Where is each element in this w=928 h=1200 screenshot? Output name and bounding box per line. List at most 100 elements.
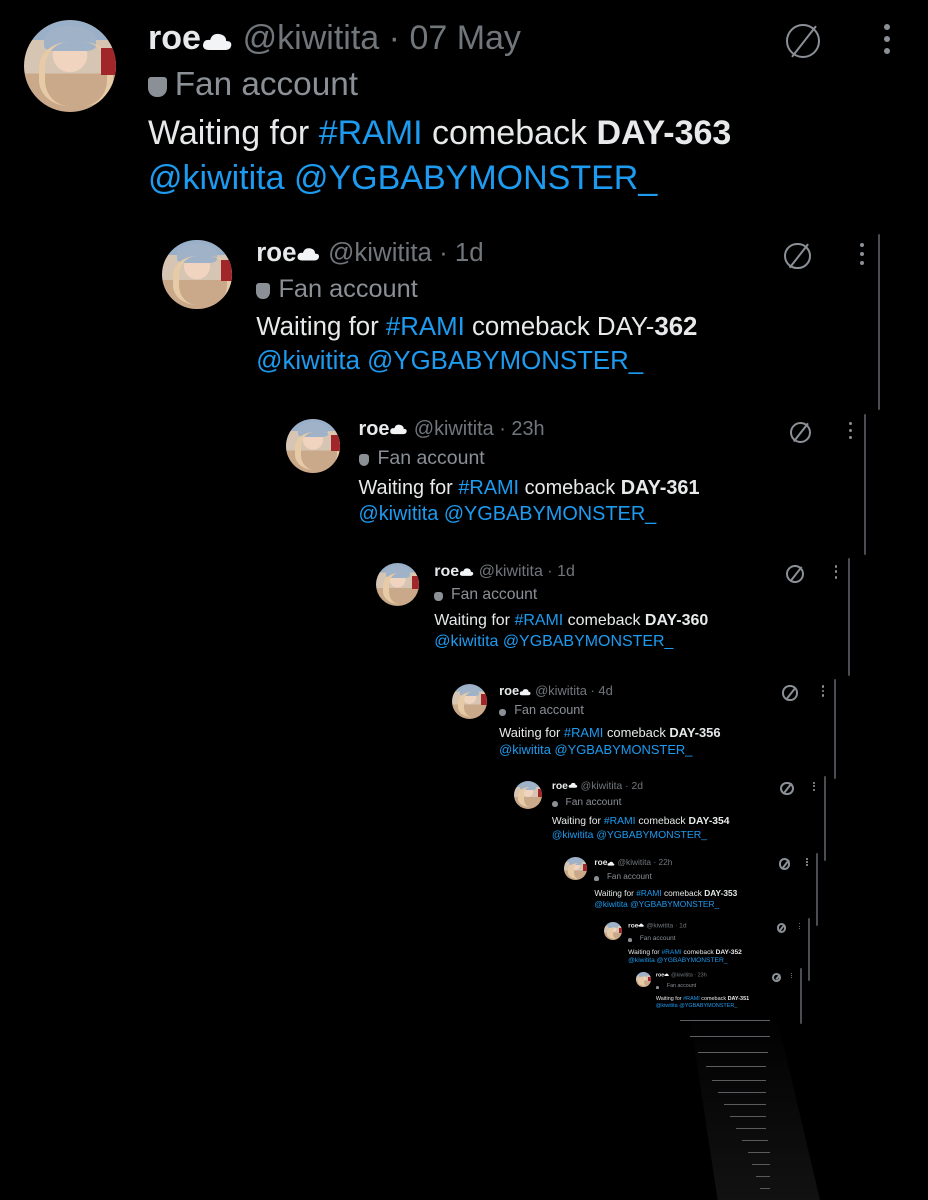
avatar[interactable]	[162, 239, 232, 310]
avatar[interactable]	[636, 972, 651, 988]
mention-link[interactable]: @YGBABYMONSTER_	[657, 957, 728, 964]
more-options-icon[interactable]	[791, 972, 793, 978]
display-name[interactable]: roe	[148, 19, 201, 57]
display-name[interactable]: roe	[256, 239, 296, 267]
hashtag-link[interactable]: #RAMI	[319, 114, 423, 152]
mention-link[interactable]: @kiwitita	[256, 347, 360, 375]
mention-link[interactable]: @kiwitita	[434, 633, 498, 650]
tweet-card[interactable]: roe @kiwitita · 1d Fan account Waiting for…	[376, 558, 850, 676]
grok-icon[interactable]	[782, 685, 798, 701]
avatar[interactable]	[514, 780, 543, 809]
hashtag-link[interactable]: #RAMI	[386, 313, 465, 341]
cloud-icon	[607, 858, 615, 868]
timestamp[interactable]: 22h	[658, 857, 672, 867]
timestamp[interactable]: 23h	[511, 418, 544, 440]
user-handle[interactable]: @kiwitita	[581, 781, 623, 792]
hashtag-link[interactable]: #RAMI	[604, 816, 636, 827]
tweet-card[interactable]: roe @kiwitita · 2d Fan account Waiting for…	[514, 776, 826, 861]
more-options-icon[interactable]	[834, 564, 839, 579]
mention-link[interactable]: @kiwitita	[552, 830, 594, 841]
mention-link[interactable]: @YGBABYMONSTER_	[630, 899, 719, 909]
mention-link[interactable]: @YGBABYMONSTER_	[679, 1003, 737, 1009]
user-handle[interactable]: @kiwitita	[414, 418, 494, 440]
day-counter: DAY-353	[704, 887, 738, 898]
user-handle[interactable]: @kiwitita	[243, 19, 380, 57]
user-handle[interactable]: @kiwitita	[328, 239, 432, 267]
mention-link[interactable]: @YGBABYMONSTER_	[596, 830, 707, 841]
mention-link[interactable]: @YGBABYMONSTER_	[555, 742, 693, 757]
avatar[interactable]	[24, 20, 116, 112]
more-options-icon[interactable]	[798, 923, 801, 929]
mention-link[interactable]: @YGBABYMONSTER_	[503, 633, 674, 650]
grok-icon[interactable]	[789, 421, 812, 444]
more-options-icon[interactable]	[806, 858, 808, 866]
display-name[interactable]: roe	[359, 418, 390, 440]
hashtag-link[interactable]: #RAMI	[514, 612, 563, 629]
mention-link[interactable]: @kiwitita	[628, 957, 655, 964]
grok-icon[interactable]	[776, 923, 787, 933]
more-options-icon[interactable]	[821, 685, 825, 697]
display-name[interactable]: roe	[499, 683, 519, 698]
tweet-card[interactable]: roe @kiwitita · 07 May Fan account Waiting…	[24, 18, 900, 218]
day-counter: DAY-351	[727, 995, 750, 1002]
grok-icon[interactable]	[780, 781, 794, 795]
timestamp[interactable]: 23h	[698, 973, 707, 979]
user-handle[interactable]: @kiwitita	[671, 973, 693, 979]
hashtag-link[interactable]: #RAMI	[636, 888, 661, 898]
tweet-card[interactable]: roe @kiwitita · 1d Fan account Waiting for…	[604, 918, 810, 981]
avatar[interactable]	[604, 922, 622, 941]
timestamp[interactable]: 2d	[632, 781, 644, 792]
user-handle[interactable]: @kiwitita	[479, 563, 543, 580]
mention-link[interactable]: @kiwitita	[148, 159, 285, 197]
fan-account-label: Fan account	[594, 872, 737, 882]
avatar[interactable]	[376, 562, 420, 607]
more-options-icon[interactable]	[847, 421, 853, 440]
tweet-card[interactable]: roe @kiwitita · 23h Fan account Waiting fo…	[286, 414, 866, 555]
grok-icon[interactable]	[772, 972, 782, 982]
hashtag-link[interactable]: #RAMI	[661, 949, 681, 956]
mention-link[interactable]: @YGBABYMONSTER_	[367, 347, 643, 375]
timestamp[interactable]: 07 May	[409, 19, 521, 57]
tweet-card[interactable]: roe @kiwitita · 23h Fan account Waiting fo…	[636, 968, 802, 1024]
display-name[interactable]: roe	[552, 781, 568, 792]
timestamp[interactable]: 1d	[455, 239, 484, 267]
tweet-card[interactable]: roe @kiwitita · 4d Fan account Waiting for…	[452, 679, 836, 779]
timestamp[interactable]: 4d	[598, 683, 612, 698]
mention-link[interactable]: @kiwitita	[499, 742, 551, 757]
display-name[interactable]: roe	[434, 563, 459, 580]
mention-link[interactable]: @YGBABYMONSTER_	[444, 503, 656, 525]
more-options-icon[interactable]	[882, 24, 892, 54]
hashtag-link[interactable]: #RAMI	[564, 725, 603, 740]
mention-link[interactable]: @kiwitita	[594, 899, 627, 909]
mention-link[interactable]: @kiwitita	[656, 1003, 678, 1009]
hashtag-link[interactable]: #RAMI	[458, 477, 519, 499]
mention-link[interactable]: @kiwitita	[359, 503, 439, 525]
fan-account-text: Fan account	[377, 447, 485, 470]
avatar[interactable]	[452, 683, 487, 719]
user-handle[interactable]: @kiwitita	[618, 857, 651, 867]
display-name[interactable]: roe	[594, 857, 607, 867]
day-counter: DAY-356	[669, 725, 721, 741]
tweet-text: Waiting for #RAMI comeback DAY-354	[552, 816, 730, 829]
user-handle[interactable]: @kiwitita	[647, 923, 674, 930]
mention-link[interactable]: @YGBABYMONSTER_	[294, 159, 657, 197]
grok-icon[interactable]	[784, 242, 812, 270]
user-handle[interactable]: @kiwitita	[535, 683, 587, 698]
grok-icon[interactable]	[786, 24, 820, 58]
cloud-icon	[459, 562, 474, 581]
timestamp[interactable]: 1d	[679, 923, 686, 930]
display-name[interactable]: roe	[656, 973, 664, 979]
tweet-card[interactable]: roe @kiwitita · 1d Fan account Waiting for…	[162, 234, 880, 410]
tweet-card[interactable]: roe @kiwitita · 22h Fan account Waiting fo…	[564, 853, 818, 926]
timestamp[interactable]: 1d	[557, 563, 575, 580]
grok-icon[interactable]	[786, 564, 805, 583]
display-name[interactable]: roe	[628, 923, 638, 930]
grok-icon[interactable]	[779, 858, 791, 870]
cloud-icon	[638, 922, 645, 930]
more-options-icon[interactable]	[813, 781, 816, 791]
fan-account-label: Fan account	[655, 983, 749, 990]
more-options-icon[interactable]	[858, 242, 866, 266]
hashtag-link[interactable]: #RAMI	[683, 996, 700, 1002]
avatar[interactable]	[564, 857, 587, 881]
avatar[interactable]	[286, 419, 340, 473]
